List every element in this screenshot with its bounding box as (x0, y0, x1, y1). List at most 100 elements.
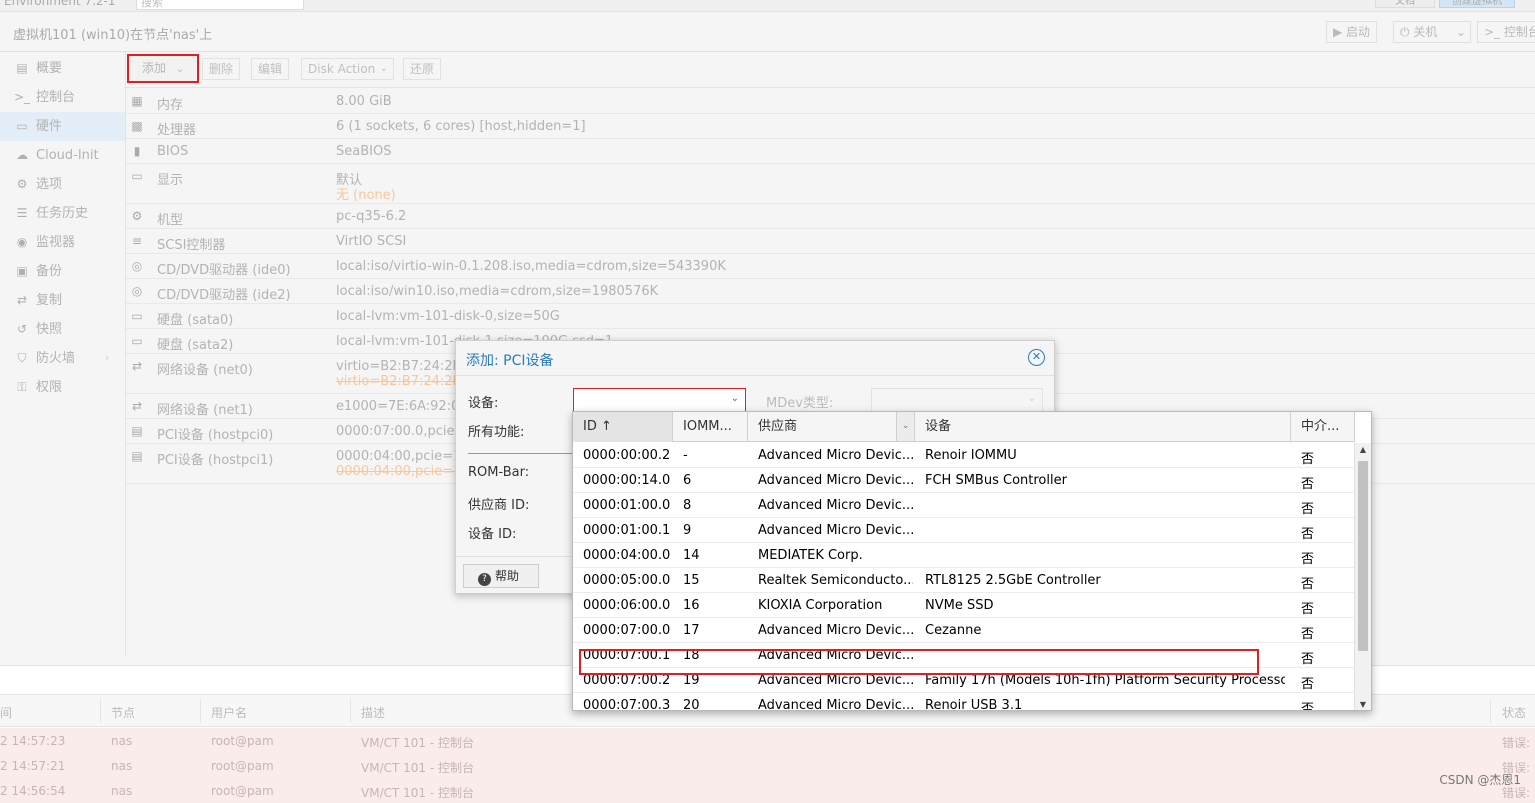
hardware-row-processor[interactable]: ▩ 处理器 6 (1 sockets, 6 cores) [host,hidde… (126, 114, 1535, 139)
column-header-status[interactable]: 状态 (1502, 704, 1526, 721)
hardware-row-cdrom-ide2[interactable]: ◎ CD/DVD驱动器 (ide2) local:iso/win10.iso,m… (126, 279, 1535, 304)
book-icon: ▤ (16, 61, 28, 75)
table-row[interactable]: 2 14:57:23 nas root@pam VM/CT 101 - 控制台 … (0, 728, 1535, 753)
revert-button[interactable]: 还原 (403, 58, 442, 80)
picker-scrollbar[interactable]: ▲ ▼ (1354, 443, 1371, 710)
table-row[interactable]: 0000:00:14.0 6 Advanced Micro Devic... FCH … (573, 468, 1355, 493)
hardware-row-scsi-controller[interactable]: ≡ SCSI控制器 VirtIO SCSI (126, 229, 1535, 254)
picker-header: ID ↑ IOMM... 供应商 ⌄ 设备 中介... (573, 412, 1355, 442)
column-header-description[interactable]: 描述 (361, 704, 385, 721)
scroll-up-icon[interactable]: ▲ (1355, 445, 1371, 454)
remove-button[interactable]: 删除 (202, 58, 241, 80)
nav-item-summary[interactable]: ▤ 概要 (0, 54, 125, 83)
table-row[interactable]: 0000:01:00.1 9 Advanced Micro Devic... 否 (573, 518, 1355, 543)
question-icon: ? (478, 573, 491, 586)
monitor-icon: ▭ (16, 119, 28, 133)
nav-item-console[interactable]: >_ 控制台 (0, 83, 125, 112)
table-row[interactable]: 0000:01:00.0 8 Advanced Micro Devic... 否 (573, 493, 1355, 518)
table-row[interactable]: 0000:00:00.2- Advanced Micro Devic... Reno… (573, 443, 1355, 468)
chevron-down-icon: ⌄ (379, 63, 388, 74)
nav-item-cloud-init[interactable]: ☁ Cloud-Init (0, 141, 125, 170)
gear-icon: ⚙ (16, 177, 28, 191)
table-row[interactable]: 0000:04:00.0 14 MEDIATEK Corp. 否 (573, 543, 1355, 568)
search-input[interactable]: 搜索 (136, 0, 304, 10)
hardware-row-bios[interactable]: ▮ BIOS SeaBIOS (126, 139, 1535, 164)
microchip-icon: ▮ (133, 144, 141, 158)
device-select[interactable]: ⌄ (573, 388, 746, 412)
history-icon: ↺ (16, 322, 28, 336)
start-button[interactable]: ▶ 启动 (1326, 21, 1378, 43)
vm-sidebar: ▤ 概要 >_ 控制台 ▭ 硬件 ☁ Cloud-Init ⚙ 选项 ☰ 任务历… (0, 52, 126, 657)
mdev-type-select[interactable]: ⌄ (871, 388, 1043, 412)
table-row[interactable]: 2 14:56:54 nas root@pam VM/CT 101 - 控制台 … (0, 778, 1535, 803)
table-row[interactable]: 0000:06:00.0 16 KIOXIA Corporation NVMe SSD… (573, 593, 1355, 618)
hardware-row-machine[interactable]: ⚙ 机型 pc-q35-6.2 (126, 204, 1535, 229)
exchange-icon: ⇄ (131, 399, 143, 413)
chevron-down-icon: ⌄ (1027, 393, 1036, 404)
product-title: Environment 7.2-1 (4, 0, 116, 8)
nav-item-hardware[interactable]: ▭ 硬件 (0, 112, 125, 141)
nav-item-task-history[interactable]: ☰ 任务历史 (0, 199, 125, 228)
column-header-vendor[interactable]: 供应商 ⌄ (748, 412, 915, 442)
mdev-type-label: MDev类型: (766, 396, 834, 411)
column-header-node[interactable]: 节点 (111, 704, 135, 721)
pci-icon: ▤ (131, 424, 143, 438)
column-header-mediated[interactable]: 中介... (1291, 412, 1355, 442)
nav-item-snapshots[interactable]: ↺ 快照 (0, 315, 125, 344)
table-row[interactable]: 2 14:57:21 nas root@pam VM/CT 101 - 控制台 … (0, 753, 1535, 778)
table-row[interactable]: 0000:05:00.0 15 Realtek Semiconducto... RTL… (573, 568, 1355, 593)
memory-icon: ▦ (131, 94, 143, 108)
disk-action-button[interactable]: Disk Action ⌄ (301, 58, 394, 80)
help-button[interactable]: ? 帮助 (463, 564, 539, 588)
shield-icon: ⛉ (17, 351, 27, 365)
play-icon: ▶ (1333, 25, 1347, 39)
column-header-iommu[interactable]: IOMM... (673, 412, 748, 442)
picker-body: 0000:00:00.2- Advanced Micro Devic... Reno… (573, 443, 1355, 710)
scrollbar-thumb[interactable] (1358, 461, 1368, 651)
create-vm-button[interactable]: 创建虚拟机 (1439, 0, 1515, 8)
docs-button[interactable]: 文档 (1375, 0, 1435, 8)
chevron-down-icon: ⌄ (175, 64, 185, 75)
nav-item-firewall[interactable]: ⛉ 防火墙 › (0, 344, 125, 373)
vm-header: 虚拟机101 (win10)在节点'nas'上 ▶ 启动 ⏻ 关机 ⌄ >_ 控… (0, 12, 1535, 52)
terminal-icon: >_ (1484, 25, 1504, 39)
table-row[interactable]: 0000:07:00.3 20 Advanced Micro Devic... Ren… (573, 693, 1355, 710)
desktop-icon: ▭ (131, 169, 143, 183)
table-row[interactable]: 0000:07:00.1 18 Advanced Micro Devic... 否 (573, 643, 1355, 668)
edit-button[interactable]: 编辑 (251, 58, 290, 80)
nav-item-monitor[interactable]: ◉ 监视器 (0, 228, 125, 257)
cdrom-icon: ◎ (131, 284, 143, 298)
list-icon: ☰ (16, 206, 28, 220)
hardware-row-cdrom-ide0[interactable]: ◎ CD/DVD驱动器 (ide0) local:iso/virtio-win-… (126, 254, 1535, 279)
vendor-id-label: 供应商 ID: (468, 498, 530, 513)
console-button[interactable]: >_ 控制台 (1477, 21, 1535, 43)
hardware-row-memory[interactable]: ▦ 内存 8.00 GiB (126, 89, 1535, 114)
column-header-user[interactable]: 用户名 (211, 704, 247, 721)
nav-item-backup[interactable]: ▣ 备份 (0, 257, 125, 286)
column-header-device[interactable]: 设备 (915, 412, 1291, 442)
hardware-row-disk-sata0[interactable]: ▭ 硬盘 (sata0) local-lvm:vm-101-disk-0,siz… (126, 304, 1535, 329)
add-button[interactable]: 添加 ⌄ (127, 54, 199, 83)
nav-item-replication[interactable]: ⇄ 复制 (0, 286, 125, 315)
retweet-icon: ⇄ (16, 293, 28, 307)
nav-item-options[interactable]: ⚙ 选项 (0, 170, 125, 199)
power-icon: ⏻ (1400, 25, 1414, 39)
table-row[interactable]: 0000:07:00.0 17 Advanced Micro Devic... Cez… (573, 618, 1355, 643)
pending-value: virtio=B2:B7:24:2D (336, 374, 463, 389)
column-menu-icon[interactable]: ⌄ (896, 412, 914, 441)
shutdown-button[interactable]: ⏻ 关机 ⌄ (1393, 21, 1471, 43)
divider (468, 453, 578, 454)
device-id-label: 设备 ID: (468, 527, 517, 542)
hardware-toolbar: 添加 ⌄ 删除 编辑 Disk Action ⌄ 还原 (126, 52, 1535, 88)
scroll-down-icon[interactable]: ▼ (1355, 700, 1371, 709)
table-row[interactable]: 0000:07:00.2 19 Advanced Micro Devic... Fam… (573, 668, 1355, 693)
vm-title: 虚拟机101 (win10)在节点'nas'上 (13, 28, 213, 43)
close-icon[interactable]: ✕ (1028, 349, 1045, 366)
column-header-id[interactable]: ID ↑ (573, 412, 673, 442)
unlock-icon: ⚿ (17, 380, 27, 394)
column-header-time[interactable]: 间 (0, 704, 12, 721)
cogs-icon: ⚙ (131, 209, 143, 223)
hardware-row-display[interactable]: ▭ 显示 默认 无 (none) (126, 164, 1535, 204)
nav-item-permissions[interactable]: ⚿ 权限 (0, 373, 125, 402)
pending-value: 0000:04:00,pcie=1,r (336, 464, 471, 479)
